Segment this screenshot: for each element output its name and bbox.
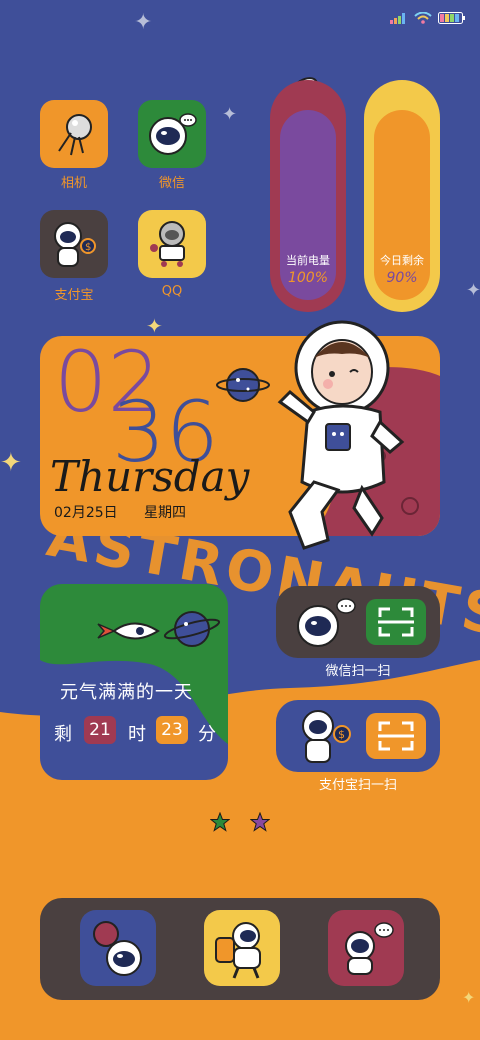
- sparkle-icon: ✦: [222, 104, 238, 125]
- astronaut-coin-icon: $: [302, 710, 351, 763]
- dock-app-1[interactable]: [80, 910, 156, 986]
- battery-widget-value: 100%: [287, 270, 329, 286]
- alipay-app-icon[interactable]: $: [40, 210, 108, 278]
- wechat-scan-button[interactable]: [366, 599, 426, 645]
- status-bar: [390, 12, 466, 24]
- wechat-app-icon[interactable]: [138, 100, 206, 168]
- sparkle-icon: ✦: [134, 10, 153, 35]
- clock-date: 02月25日: [54, 505, 118, 521]
- countdown-prefix: 剩: [54, 724, 72, 745]
- astronaut-helmet-icon: [149, 113, 197, 155]
- dock-app-2[interactable]: [204, 910, 280, 986]
- signal-icon: [390, 13, 405, 24]
- battery-icon: [438, 12, 465, 24]
- astronaut-balloon-icon: [93, 921, 142, 976]
- battery-widget[interactable]: 当前电量 100%: [270, 80, 346, 312]
- alipay-scan-shortcut[interactable]: $: [276, 700, 440, 772]
- wechat-scan-shortcut[interactable]: [276, 586, 440, 658]
- clock-weekday-cn: 星期四: [144, 505, 186, 521]
- remaining-widget[interactable]: 今日剩余 90%: [364, 80, 440, 312]
- scan-icon: [378, 721, 414, 751]
- scan-icon: [378, 607, 414, 637]
- svg-text:$: $: [338, 728, 345, 741]
- countdown-hours-unit: 时: [128, 724, 146, 745]
- qq-app-label: QQ: [161, 284, 183, 299]
- astronaut-helmet-icon: [297, 598, 356, 647]
- battery-widget-title: 当前电量: [286, 254, 330, 267]
- page-indicator[interactable]: [250, 812, 270, 832]
- alipay-app-label: 支付宝: [54, 288, 94, 303]
- countdown-minutes-unit: 分: [198, 724, 216, 745]
- astronaut-illustration: [277, 320, 405, 550]
- wifi-icon: [414, 12, 432, 24]
- camera-app-label: 相机: [60, 176, 87, 191]
- astronaut-chat-icon: [345, 922, 394, 975]
- countdown-minutes: 23: [156, 716, 188, 744]
- wechat-app-label: 微信: [158, 176, 185, 191]
- dock-app-3[interactable]: [328, 910, 404, 986]
- astronaut-backpack-icon: [215, 922, 261, 979]
- alipay-scan-button[interactable]: [366, 713, 426, 759]
- wechat-scan-label: 微信扫一扫: [325, 664, 391, 679]
- sparkle-icon: ✦: [462, 988, 476, 1007]
- camera-app-icon[interactable]: [40, 100, 108, 168]
- alipay-scan-label: 支付宝扫一扫: [318, 778, 397, 793]
- astronaut-cart-icon: [150, 221, 185, 267]
- planet-icon: [163, 611, 221, 647]
- countdown-hours: 21: [84, 716, 116, 744]
- sparkle-icon: ✦: [466, 280, 480, 301]
- countdown-slogan: 元气满满的一天: [60, 682, 193, 703]
- sparkle-icon: ✦: [0, 448, 22, 478]
- astronaut-coin-icon: $: [54, 222, 96, 267]
- remaining-widget-title: 今日剩余: [380, 254, 424, 267]
- rocket-icon: [97, 622, 160, 640]
- satellite-icon: [58, 114, 92, 156]
- page-indicator-current[interactable]: [210, 812, 230, 832]
- clock-weekday-en: Thursday: [50, 452, 250, 501]
- remaining-widget-value: 90%: [386, 270, 418, 286]
- qq-app-icon[interactable]: [138, 210, 206, 278]
- svg-text:$: $: [85, 242, 91, 253]
